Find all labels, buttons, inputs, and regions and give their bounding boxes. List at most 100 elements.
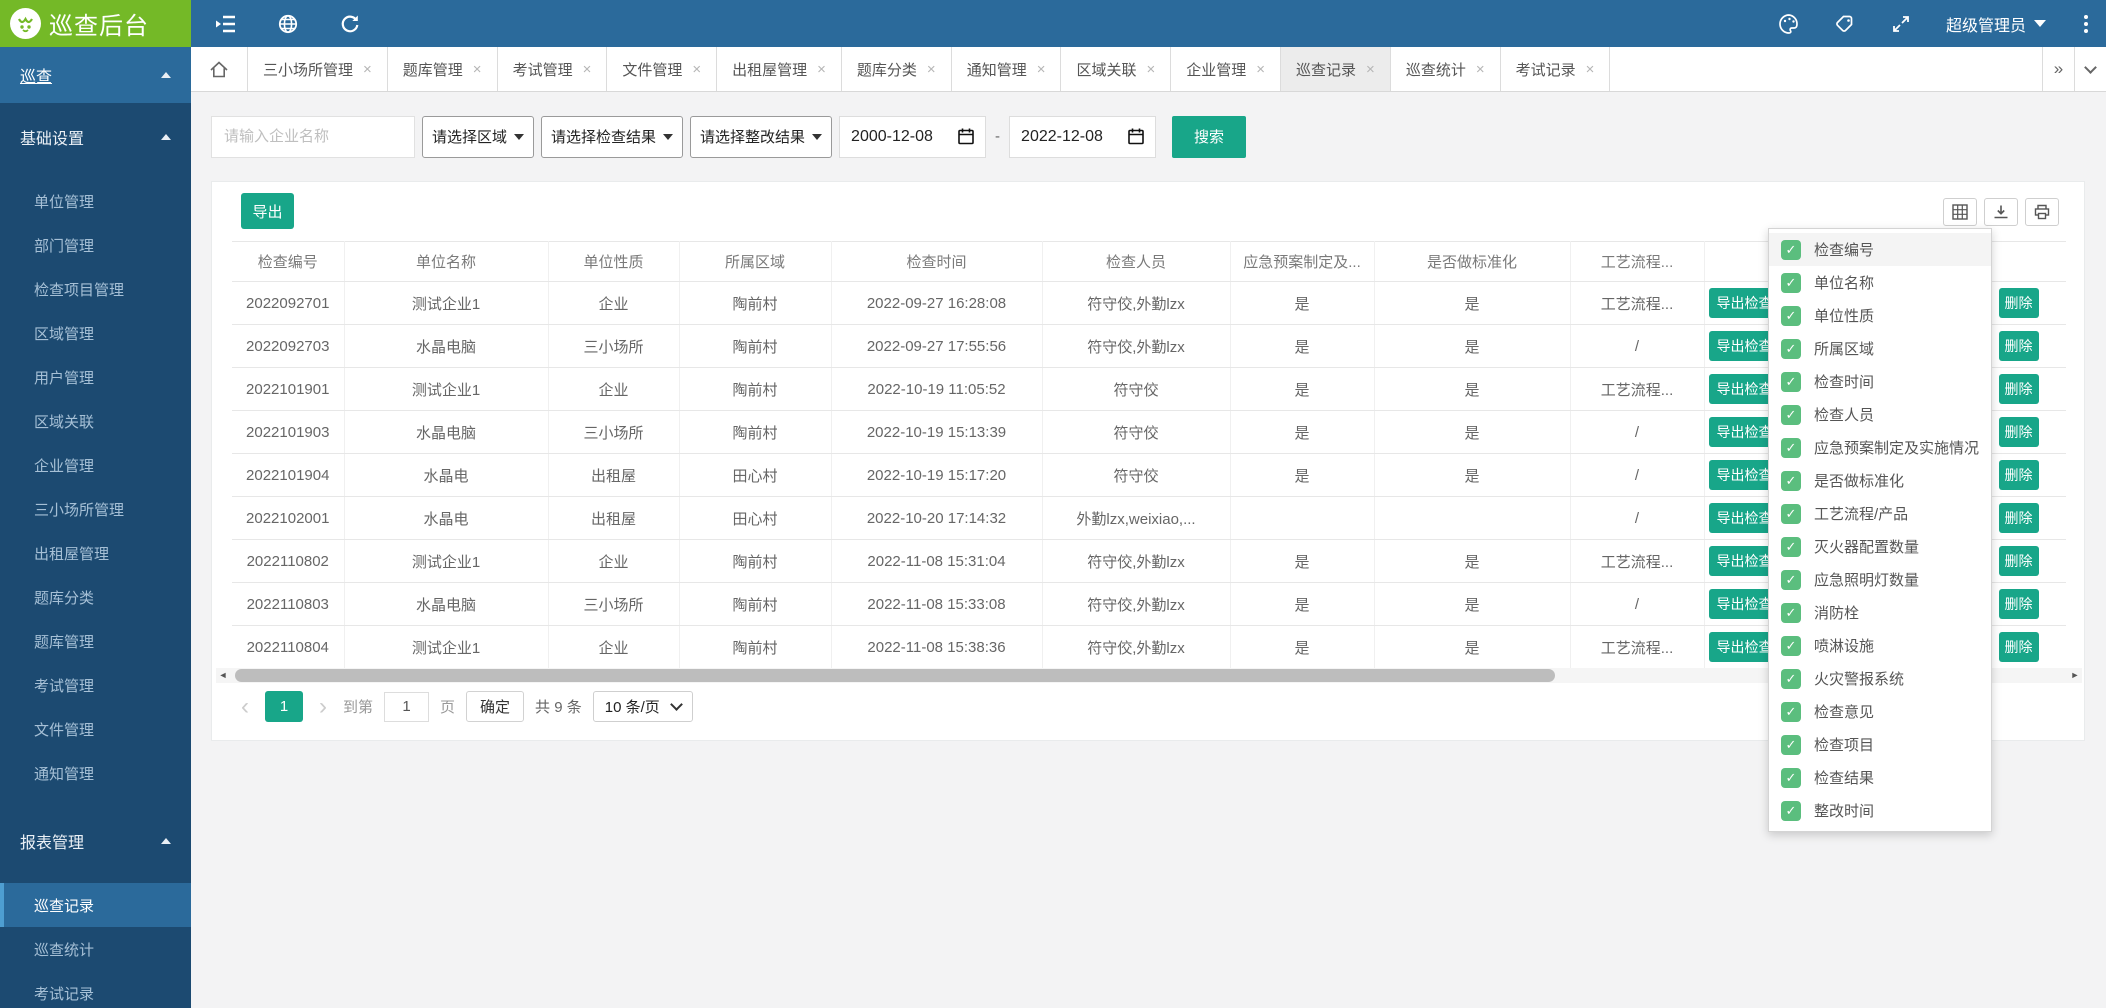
checkbox-checked-icon[interactable]: ✓ xyxy=(1781,339,1801,359)
checkbox-checked-icon[interactable]: ✓ xyxy=(1781,273,1801,293)
user-menu[interactable]: 超级管理员 xyxy=(1946,12,2046,36)
column-option-是否做标准化[interactable]: ✓是否做标准化 xyxy=(1769,464,1991,497)
tab-出租屋管理[interactable]: 出租屋管理× xyxy=(717,47,842,91)
sidebar-item-区域管理[interactable]: 区域管理 xyxy=(0,311,191,355)
tab-close-icon[interactable]: × xyxy=(1366,61,1375,78)
delete-record-button[interactable]: 删除 xyxy=(1999,331,2039,361)
sidebar-item-题库管理[interactable]: 题库管理 xyxy=(0,619,191,663)
checkbox-checked-icon[interactable]: ✓ xyxy=(1781,801,1801,821)
export-button[interactable]: 导出 xyxy=(241,193,294,229)
checkbox-checked-icon[interactable]: ✓ xyxy=(1781,537,1801,557)
tab-巡查统计[interactable]: 巡查统计× xyxy=(1391,47,1501,91)
tab-close-icon[interactable]: × xyxy=(583,61,592,78)
column-option-检查编号[interactable]: ✓检查编号 xyxy=(1769,233,1991,266)
goto-page-input[interactable] xyxy=(384,692,429,722)
sidebar-toggle-icon[interactable] xyxy=(215,13,237,35)
delete-record-button[interactable]: 删除 xyxy=(1999,546,2039,576)
start-date-input[interactable]: 2000-12-08 xyxy=(839,116,986,158)
sidebar-group-报表管理[interactable]: 报表管理 xyxy=(0,819,191,863)
checkbox-checked-icon[interactable]: ✓ xyxy=(1781,471,1801,491)
company-name-input[interactable] xyxy=(211,116,415,158)
column-option-单位性质[interactable]: ✓单位性质 xyxy=(1769,299,1991,332)
column-option-应急预案制定及实施情况[interactable]: ✓应急预案制定及实施情况 xyxy=(1769,431,1991,464)
next-page-icon[interactable]: › xyxy=(314,693,332,721)
tab-close-icon[interactable]: × xyxy=(1586,61,1595,78)
column-option-检查意见[interactable]: ✓检查意见 xyxy=(1769,695,1991,728)
sidebar-item-巡查记录[interactable]: 巡查记录 xyxy=(0,883,191,927)
column-option-检查时间[interactable]: ✓检查时间 xyxy=(1769,365,1991,398)
refresh-icon[interactable] xyxy=(339,13,361,35)
checkbox-checked-icon[interactable]: ✓ xyxy=(1781,570,1801,590)
tab-close-icon[interactable]: × xyxy=(363,61,372,78)
delete-record-button[interactable]: 删除 xyxy=(1999,503,2039,533)
column-option-单位名称[interactable]: ✓单位名称 xyxy=(1769,266,1991,299)
checkbox-checked-icon[interactable]: ✓ xyxy=(1781,603,1801,623)
column-option-工艺流程/产品[interactable]: ✓工艺流程/产品 xyxy=(1769,497,1991,530)
delete-record-button[interactable]: 删除 xyxy=(1999,460,2039,490)
sidebar-item-xuncha[interactable]: 巡查 xyxy=(0,47,191,103)
tab-close-icon[interactable]: × xyxy=(1037,61,1046,78)
sidebar-item-用户管理[interactable]: 用户管理 xyxy=(0,355,191,399)
page-size-select[interactable]: 10 条/页 xyxy=(593,691,693,722)
checkbox-checked-icon[interactable]: ✓ xyxy=(1781,669,1801,689)
checkbox-checked-icon[interactable]: ✓ xyxy=(1781,372,1801,392)
tab-巡查记录[interactable]: 巡查记录× xyxy=(1281,47,1391,91)
tab-close-icon[interactable]: × xyxy=(1256,61,1265,78)
checkbox-checked-icon[interactable]: ✓ xyxy=(1781,306,1801,326)
column-option-应急照明灯数量[interactable]: ✓应急照明灯数量 xyxy=(1769,563,1991,596)
language-globe-icon[interactable] xyxy=(277,13,299,35)
tab-题库分类[interactable]: 题库分类× xyxy=(842,47,952,91)
checkbox-checked-icon[interactable]: ✓ xyxy=(1781,735,1801,755)
checkbox-checked-icon[interactable]: ✓ xyxy=(1781,240,1801,260)
delete-record-button[interactable]: 删除 xyxy=(1999,374,2039,404)
delete-record-button[interactable]: 删除 xyxy=(1999,632,2039,662)
column-option-检查结果[interactable]: ✓检查结果 xyxy=(1769,761,1991,794)
scroll-right-icon[interactable]: ► xyxy=(2068,668,2082,683)
end-date-input[interactable]: 2022-12-08 xyxy=(1009,116,1156,158)
sidebar-item-部门管理[interactable]: 部门管理 xyxy=(0,223,191,267)
theme-palette-icon[interactable] xyxy=(1778,13,1800,35)
fullscreen-icon[interactable] xyxy=(1890,13,1912,35)
tab-close-icon[interactable]: × xyxy=(1476,61,1485,78)
more-options-icon[interactable] xyxy=(2080,15,2092,33)
sidebar-item-三小场所管理[interactable]: 三小场所管理 xyxy=(0,487,191,531)
column-option-检查人员[interactable]: ✓检查人员 xyxy=(1769,398,1991,431)
confirm-page-button[interactable]: 确定 xyxy=(466,691,524,722)
sidebar-item-检查项目管理[interactable]: 检查项目管理 xyxy=(0,267,191,311)
delete-record-button[interactable]: 删除 xyxy=(1999,288,2039,318)
tab-考试记录[interactable]: 考试记录× xyxy=(1501,47,1611,91)
tab-三小场所管理[interactable]: 三小场所管理× xyxy=(248,47,388,91)
tag-icon[interactable] xyxy=(1834,13,1856,35)
checkbox-checked-icon[interactable]: ✓ xyxy=(1781,438,1801,458)
sidebar-item-文件管理[interactable]: 文件管理 xyxy=(0,707,191,751)
tab-文件管理[interactable]: 文件管理× xyxy=(607,47,717,91)
checkbox-checked-icon[interactable]: ✓ xyxy=(1781,504,1801,524)
tab-close-icon[interactable]: × xyxy=(692,61,701,78)
column-option-整改时间[interactable]: ✓整改时间 xyxy=(1769,794,1991,827)
column-option-所属区域[interactable]: ✓所属区域 xyxy=(1769,332,1991,365)
tabs-overflow-icon[interactable]: » xyxy=(2042,47,2074,91)
checkbox-checked-icon[interactable]: ✓ xyxy=(1781,636,1801,656)
tab-题库管理[interactable]: 题库管理× xyxy=(388,47,498,91)
column-option-灭火器配置数量[interactable]: ✓灭火器配置数量 xyxy=(1769,530,1991,563)
rectify-result-select[interactable]: 请选择整改结果 xyxy=(690,116,832,158)
checkbox-checked-icon[interactable]: ✓ xyxy=(1781,768,1801,788)
download-button[interactable] xyxy=(1984,198,2018,226)
tab-考试管理[interactable]: 考试管理× xyxy=(498,47,608,91)
delete-record-button[interactable]: 删除 xyxy=(1999,589,2039,619)
tab-企业管理[interactable]: 企业管理× xyxy=(1171,47,1281,91)
columns-grid-button[interactable] xyxy=(1943,198,1977,226)
tab-home[interactable] xyxy=(191,47,248,91)
delete-record-button[interactable]: 删除 xyxy=(1999,417,2039,447)
sidebar-item-巡查统计[interactable]: 巡查统计 xyxy=(0,927,191,971)
current-page-button[interactable]: 1 xyxy=(265,691,303,722)
tab-close-icon[interactable]: × xyxy=(817,61,826,78)
region-select[interactable]: 请选择区域 xyxy=(422,116,534,158)
sidebar-item-区域关联[interactable]: 区域关联 xyxy=(0,399,191,443)
sidebar-item-题库分类[interactable]: 题库分类 xyxy=(0,575,191,619)
scroll-left-icon[interactable]: ◄ xyxy=(216,668,230,683)
tab-区域关联[interactable]: 区域关联× xyxy=(1061,47,1171,91)
scrollbar-thumb[interactable] xyxy=(235,669,1555,682)
column-option-消防栓[interactable]: ✓消防栓 xyxy=(1769,596,1991,629)
sidebar-group-基础设置[interactable]: 基础设置 xyxy=(0,115,191,159)
